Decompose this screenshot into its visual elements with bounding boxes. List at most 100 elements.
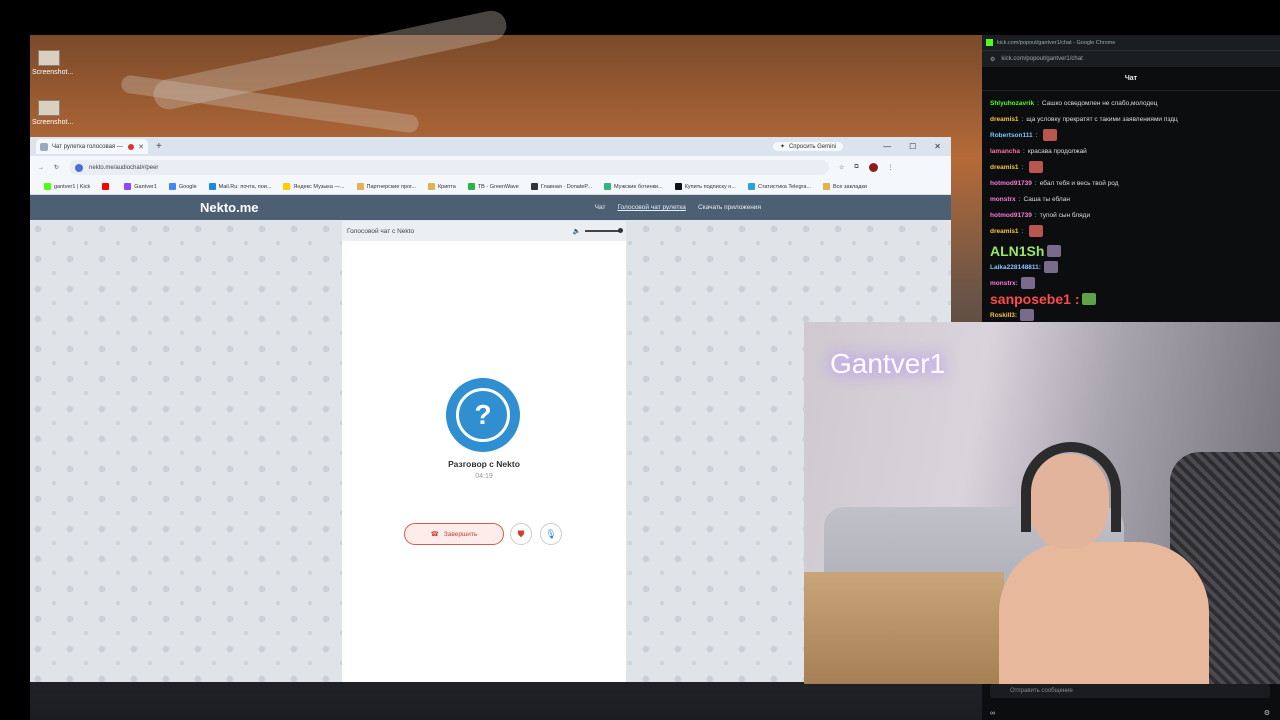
volume-control[interactable]: 🔈	[572, 227, 623, 235]
forward-icon[interactable]: →	[38, 165, 44, 171]
chat-username[interactable]: dreamis1	[990, 116, 1019, 123]
question-mark-icon: ?	[456, 388, 510, 442]
chat-address-bar[interactable]: ⚙ kick.com/popout/gantver1/chat	[982, 50, 1280, 67]
bookmark-item[interactable]: TB - GreenWave	[467, 183, 519, 190]
toolbar: → ↻ nekto.me/audiochat#/peer ☆ ⧉ ⋮	[30, 156, 951, 179]
bookmark-icon	[44, 183, 51, 190]
site-info-icon[interactable]	[75, 163, 84, 172]
chat-username[interactable]: hotmod91739	[990, 212, 1032, 219]
bookmark-item[interactable]: Мужские ботинки...	[603, 183, 663, 190]
bookmark-icon	[208, 183, 216, 190]
chat-username[interactable]: dreamis1	[990, 228, 1019, 235]
volume-knob[interactable]	[618, 228, 623, 233]
gear-icon[interactable]: ⚙	[1264, 709, 1270, 717]
minimize-icon[interactable]: —	[883, 142, 891, 151]
nav-download-apps[interactable]: Скачать приложения	[698, 204, 761, 211]
chat-username[interactable]: Laika228148811:	[990, 264, 1041, 271]
chat-messages: Shlyuhozavrik: Сашко осведомлен не слабо,…	[982, 91, 1280, 243]
chat-message: dreamis1:	[990, 159, 1272, 175]
recording-icon	[128, 143, 135, 150]
chat-username[interactable]: sanposebe1 :	[990, 291, 1079, 307]
chat-username[interactable]: ALN1Sh	[990, 243, 1044, 259]
star-icon[interactable]: ☆	[839, 164, 844, 171]
partner-avatar: ?	[446, 378, 520, 452]
close-tab-icon[interactable]: ✕	[138, 143, 144, 151]
bookmark-icon	[530, 183, 538, 190]
chat-message: Roskill3:	[990, 307, 1272, 323]
chat-username[interactable]: Robertson111	[990, 132, 1033, 139]
bookmark-item[interactable]: Партнерские прог...	[356, 183, 416, 190]
desktop-icon-screenshot-1[interactable]: Screenshot...	[32, 50, 80, 76]
bookmark-item[interactable]: Главная · DonateP...	[530, 183, 592, 190]
chat-username[interactable]: Shlyuhozavrik	[990, 100, 1034, 107]
menu-icon[interactable]: ⋮	[888, 164, 894, 171]
chat-username[interactable]: Roskill3:	[990, 312, 1017, 319]
chat-message: hotmod91739: тупой сын бляди	[990, 207, 1272, 223]
emote-icon	[1047, 245, 1062, 257]
profile-avatar[interactable]	[868, 163, 878, 172]
bookmark-icon	[102, 183, 110, 190]
chat-message: Laika228148811:	[990, 259, 1272, 275]
chat-separator: :	[1034, 211, 1037, 219]
desktop-icon-screenshot-2[interactable]: Screenshot...	[32, 100, 80, 126]
bookmark-item[interactable]: Google	[168, 183, 197, 190]
emote-icon	[1043, 129, 1058, 141]
end-call-button[interactable]: ☎ Завершить	[404, 523, 504, 545]
headphones-icon	[1021, 442, 1121, 532]
chat-username[interactable]: monstrx	[990, 196, 1016, 203]
panel-header: Голосовой чат с Nekto 🔈	[342, 221, 626, 241]
tab-bar: Чат рулетка голосовая — ✕ + ✦ Спросить G…	[30, 137, 951, 156]
extensions-icon[interactable]: ⧉	[854, 164, 858, 171]
bookmark-icon	[674, 183, 682, 190]
bookmark-icon	[427, 183, 435, 190]
microphone-button[interactable]: 🎙	[540, 523, 562, 545]
maximize-icon[interactable]: ☐	[909, 142, 916, 151]
chat-username[interactable]: lamancha	[990, 148, 1020, 155]
chat-message: Robertson111:	[990, 127, 1272, 143]
hang-up-icon: ☎	[430, 531, 439, 538]
reload-icon[interactable]: ↻	[54, 164, 59, 171]
nav-chat[interactable]: Чат	[595, 204, 606, 211]
chat-username[interactable]: dreamis1	[990, 164, 1019, 171]
bookmark-item[interactable]: Gantver1	[124, 183, 157, 190]
close-window-icon[interactable]: ✕	[934, 142, 941, 151]
infinity-icon[interactable]: ∞	[990, 710, 995, 717]
chat-username[interactable]: monstrx:	[990, 280, 1018, 287]
bookmark-item[interactable]: Крипта	[427, 183, 456, 190]
chat-messages-emotes: ALN1Sh Laika228148811: monstrx: sanposebe1 …	[982, 243, 1280, 327]
new-tab-button[interactable]: +	[156, 141, 162, 152]
bookmark-item[interactable]: gantver1 | Kick	[44, 183, 90, 190]
bookmark-icon	[747, 183, 755, 190]
chat-text: Сашко осведомлен не слабо,молодец	[1041, 99, 1158, 107]
tab-nekto[interactable]: Чат рулетка голосовая — ✕	[36, 139, 148, 154]
report-button[interactable]: ⛊	[510, 523, 532, 545]
emote-icon	[1020, 309, 1035, 321]
chat-separator: :	[1021, 163, 1024, 171]
chat-message: dreamis1: ща условку прекратят с такими з…	[990, 111, 1272, 127]
address-bar[interactable]: nekto.me/audiochat#/peer	[69, 160, 830, 175]
chat-username[interactable]: hotmod91739	[990, 180, 1032, 187]
ask-gemini-button[interactable]: ✦ Спросить Gemini	[772, 142, 844, 151]
chat-text: тупой сын бляди	[1039, 211, 1091, 219]
bookmark-item[interactable]: Все закладки	[822, 183, 867, 190]
volume-slider[interactable]	[585, 228, 623, 233]
bookmark-item[interactable]: Статистика Telegra...	[747, 183, 811, 190]
nav-voice-chat[interactable]: Голосовой чат рулетка	[617, 204, 685, 211]
emote-icon	[1020, 277, 1035, 289]
site-logo[interactable]: Nekto.me	[200, 200, 259, 215]
site-info-icon[interactable]: ⚙	[990, 56, 995, 63]
chat-text: Саша ты еблан	[1023, 195, 1070, 203]
chat-input[interactable]: Отправить сообщение	[990, 684, 1270, 698]
emote-icon	[1082, 293, 1097, 305]
bookmark-item[interactable]: Mail.Ru: почта, пои...	[208, 183, 271, 190]
bookmark-item[interactable]: Купить подписку н...	[674, 183, 736, 190]
bookmark-icon	[467, 183, 475, 190]
bookmark-item[interactable]: Яндекс Музыка —...	[283, 183, 345, 190]
speaker-icon: 🔈	[572, 228, 581, 235]
chat-message: monstrx: Саша ты еблан	[990, 191, 1272, 207]
chat-separator: :	[1037, 99, 1039, 107]
bookmarks-bar: gantver1 | Kick Gantver1 Google Mail.Ru: по…	[30, 179, 951, 195]
streamer	[999, 442, 1209, 684]
bookmark-item[interactable]	[102, 183, 112, 190]
kick-logo-icon	[986, 39, 993, 46]
